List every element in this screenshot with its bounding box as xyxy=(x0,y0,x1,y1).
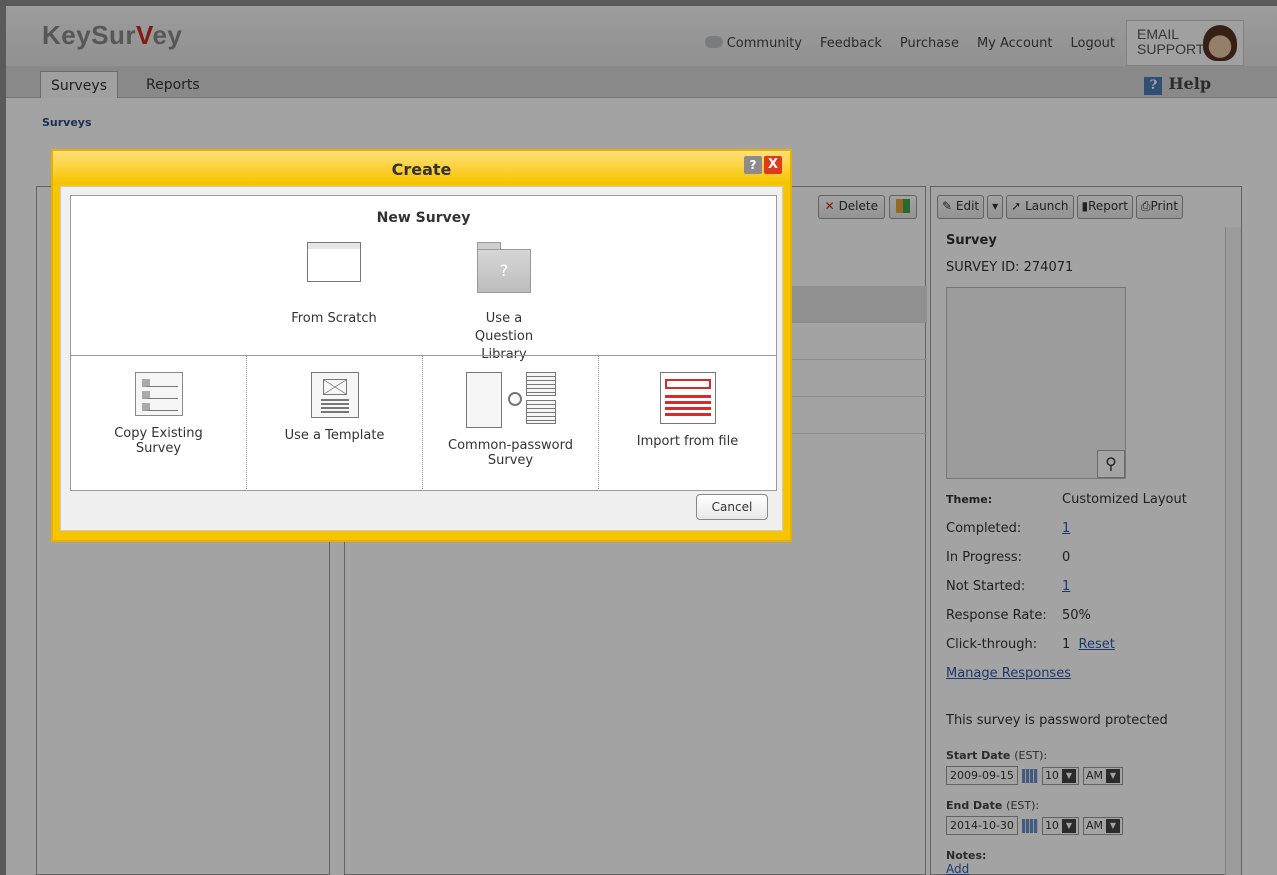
dialog-header[interactable]: Create ? X xyxy=(53,151,790,183)
linked-forms-icon xyxy=(465,372,556,428)
new-survey-options: New Survey From Scratch ? Use a Question… xyxy=(70,195,777,491)
from-scratch-option[interactable]: From Scratch xyxy=(271,242,397,328)
dialog-title: Create xyxy=(391,160,452,179)
create-dialog: Create ? X New Survey From Scratch ? Use… xyxy=(51,149,792,542)
dialog-window-buttons: ? X xyxy=(744,156,782,174)
checklist-icon xyxy=(134,372,183,416)
help-icon[interactable]: ? xyxy=(744,156,762,174)
cancel-button[interactable]: Cancel xyxy=(696,494,768,520)
copy-existing-option[interactable]: Copy Existing Survey xyxy=(71,356,247,491)
option-row: Copy Existing Survey Use a Template Comm… xyxy=(71,355,776,491)
dialog-body: New Survey From Scratch ? Use a Question… xyxy=(60,186,783,531)
common-password-option[interactable]: Common-password Survey xyxy=(423,356,599,491)
folder-icon: ? xyxy=(477,242,531,294)
import-file-option[interactable]: Import from file xyxy=(599,356,776,491)
question-library-option[interactable]: ? Use a Question Library xyxy=(434,242,574,364)
new-survey-title: New Survey xyxy=(376,210,471,226)
use-template-option[interactable]: Use a Template xyxy=(247,356,423,491)
template-icon xyxy=(310,372,359,418)
blank-window-icon xyxy=(307,242,361,282)
import-document-icon xyxy=(659,372,716,424)
close-icon[interactable]: X xyxy=(764,156,782,174)
